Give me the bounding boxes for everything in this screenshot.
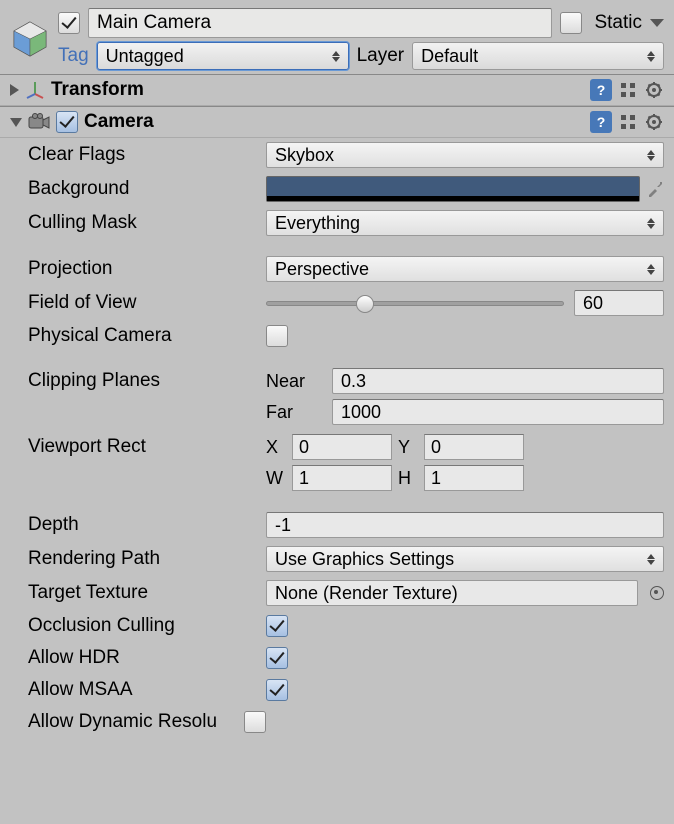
layer-dropdown[interactable]: Default [412,42,664,70]
gameobject-cube-icon [10,19,50,59]
transform-component-header[interactable]: Transform ? [0,74,674,106]
background-color-field[interactable] [266,176,640,202]
eyedropper-icon[interactable] [646,180,664,198]
target-texture-value: None (Render Texture) [275,583,458,604]
near-label: Near [266,371,326,392]
viewport-x-input[interactable] [292,434,392,460]
transform-preset-icon[interactable] [618,80,638,100]
transform-title: Transform [51,79,584,101]
x-label: X [266,437,286,458]
static-dropdown-arrow[interactable] [650,19,664,27]
allow-hdr-checkbox[interactable] [266,647,288,669]
projection-value: Perspective [275,259,369,280]
camera-preset-icon[interactable] [618,112,638,132]
static-checkbox[interactable] [560,12,582,34]
target-texture-picker-icon[interactable] [650,586,664,600]
clipping-planes-label: Clipping Planes [28,370,266,392]
w-label: W [266,468,286,489]
culling-mask-value: Everything [275,213,360,234]
fov-slider[interactable] [266,301,564,306]
camera-component-header[interactable]: Camera ? [0,106,674,138]
near-input[interactable] [332,368,664,394]
occlusion-culling-checkbox[interactable] [266,615,288,637]
layer-label: Layer [357,45,405,67]
camera-gear-icon[interactable] [644,112,664,132]
viewport-h-input[interactable] [424,465,524,491]
culling-mask-label: Culling Mask [28,212,266,234]
clear-flags-label: Clear Flags [28,144,266,166]
h-label: H [398,468,418,489]
viewport-rect-label: Viewport Rect [28,436,266,458]
layer-value: Default [421,46,478,67]
physical-camera-checkbox[interactable] [266,325,288,347]
camera-foldout-icon[interactable] [10,118,22,127]
fov-slider-thumb[interactable] [356,295,374,313]
transform-foldout-icon[interactable] [10,84,19,96]
rendering-path-dropdown[interactable]: Use Graphics Settings [266,546,664,572]
y-label: Y [398,437,418,458]
viewport-w-input[interactable] [292,465,392,491]
depth-label: Depth [28,514,266,536]
fov-input[interactable] [574,290,664,316]
gameobject-name-input[interactable] [88,8,552,38]
target-texture-field[interactable]: None (Render Texture) [266,580,638,606]
far-label: Far [266,402,326,423]
allow-msaa-checkbox[interactable] [266,679,288,701]
transform-help-button[interactable]: ? [590,79,612,101]
fov-label: Field of View [28,292,266,314]
camera-help-button[interactable]: ? [590,111,612,133]
transform-gear-icon[interactable] [644,80,664,100]
rendering-path-value: Use Graphics Settings [275,549,454,570]
tag-dropdown[interactable]: Untagged [97,42,349,70]
camera-title: Camera [84,111,584,133]
allow-dynamic-resolu-label: Allow Dynamic Resolu [28,711,244,733]
viewport-y-input[interactable] [424,434,524,460]
static-label: Static [594,12,642,34]
tag-value: Untagged [106,46,184,67]
allow-dynamic-resolu-checkbox[interactable] [244,711,266,733]
enabled-checkbox[interactable] [58,12,80,34]
allow-hdr-label: Allow HDR [28,647,266,669]
allow-msaa-label: Allow MSAA [28,679,266,701]
occlusion-culling-label: Occlusion Culling [28,615,266,637]
clear-flags-value: Skybox [275,145,334,166]
camera-enabled-checkbox[interactable] [56,111,78,133]
camera-icon [28,113,50,131]
transform-axes-icon [25,80,45,100]
background-label: Background [28,178,266,200]
clear-flags-dropdown[interactable]: Skybox [266,142,664,168]
physical-camera-label: Physical Camera [28,325,266,347]
projection-label: Projection [28,258,266,280]
far-input[interactable] [332,399,664,425]
rendering-path-label: Rendering Path [28,548,266,570]
depth-input[interactable] [266,512,664,538]
projection-dropdown[interactable]: Perspective [266,256,664,282]
target-texture-label: Target Texture [28,582,266,604]
culling-mask-dropdown[interactable]: Everything [266,210,664,236]
tag-label: Tag [58,45,89,67]
